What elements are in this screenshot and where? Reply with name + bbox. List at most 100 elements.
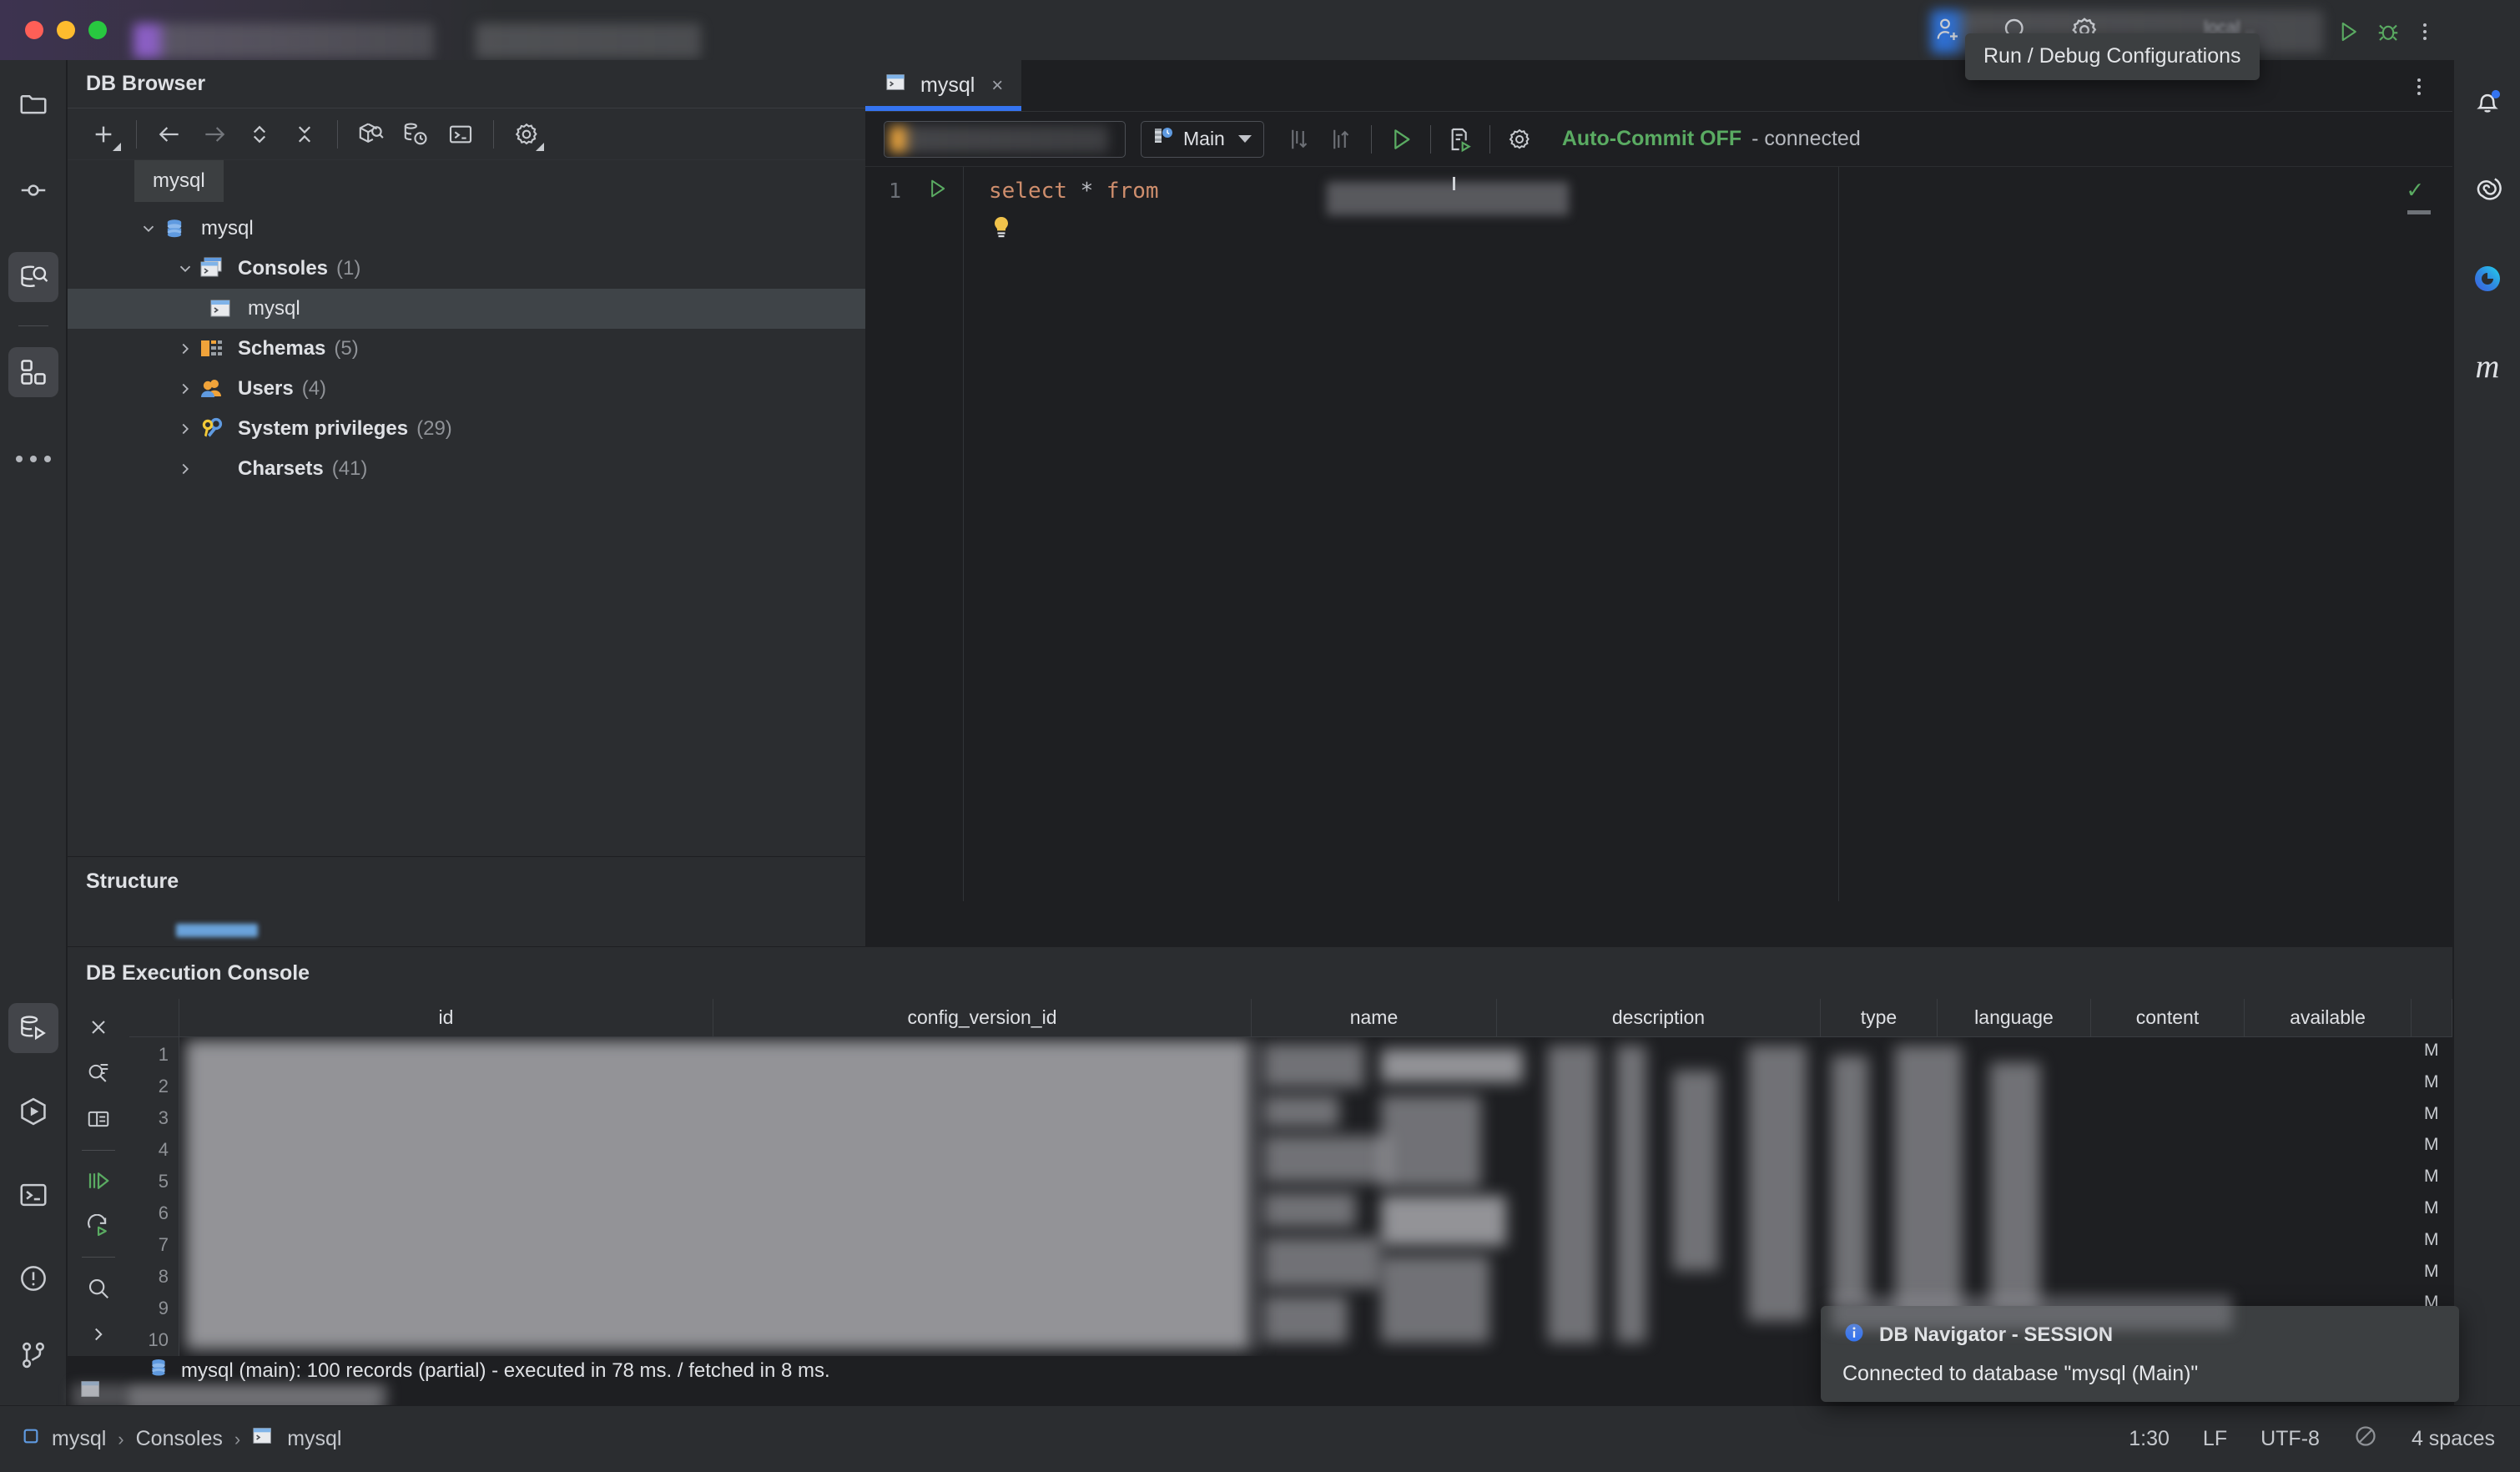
expand-all-button[interactable] [239,113,280,155]
search-results-button[interactable] [76,1266,121,1310]
project-name-chip[interactable] [134,23,434,58]
sidebar-item-version-control[interactable] [8,1330,58,1380]
scrollbar-marker[interactable] [2407,210,2431,214]
tree-item-charsets[interactable]: Charsets (41) [68,449,865,489]
db-history-button[interactable] [395,113,436,155]
tree-item-console-mysql[interactable]: mysql [68,289,865,329]
chevron-down-icon[interactable] [171,255,199,283]
ide-window: local .. Run / Debug Configurations m DB… [0,0,2520,1472]
rerun-button[interactable] [76,1204,121,1248]
find-in-results-button[interactable] [76,1051,121,1096]
traffic-minimize-icon[interactable] [57,21,75,39]
column-header-name[interactable]: name [1252,999,1497,1036]
tree-item-mysql-root[interactable]: mysql [68,209,865,249]
traffic-close-icon[interactable] [25,21,43,39]
tree-item-count: (5) [334,337,359,360]
breadcrumb-item-console-mysql[interactable]: mysql [287,1427,341,1451]
sidebar-item-db-execution-console[interactable] [8,1003,58,1053]
tree-item-users[interactable]: Users (4) [68,369,865,409]
sidebar-item-commit[interactable] [8,165,58,215]
sidebar-item-db-browser[interactable] [8,252,58,302]
execute-script-button[interactable] [1439,118,1481,160]
column-header-description[interactable]: description [1497,999,1821,1036]
assistant-icon[interactable] [2462,254,2512,304]
editor-area: mysql × Main Auto-Commit OFF - connected… [865,60,2452,946]
cell-value: M [2424,1167,2439,1187]
line-separator[interactable]: LF [2203,1427,2227,1451]
status-bar: mysql › Consoles › mysql 1:30 LF UTF-8 4… [0,1405,2520,1472]
more-actions-icon[interactable] [2410,17,2440,47]
file-encoding[interactable]: UTF-8 [2260,1427,2320,1451]
console-settings-button[interactable] [1499,118,1540,160]
chevron-right-icon[interactable] [171,455,199,483]
close-icon[interactable]: × [991,74,1003,98]
navigate-forward-button[interactable] [194,113,235,155]
chevron-down-icon[interactable] [1237,135,1252,143]
tree-item-count: (1) [336,257,361,280]
sidebar-item-plugins[interactable] [8,347,58,397]
caret-position[interactable]: 1:30 [2129,1427,2170,1451]
console-group-icon [199,256,228,281]
chevron-right-icon[interactable] [171,375,199,403]
cell-value: M [2424,1135,2439,1155]
sidebar-item-terminal[interactable] [8,1170,58,1220]
meta-icon[interactable]: m [2462,340,2512,391]
view-as-table-button[interactable] [76,1097,121,1142]
sidebar-item-more[interactable] [8,434,58,484]
intention-bulb-icon[interactable] [990,215,1012,248]
sidebar-item-problems[interactable] [8,1253,58,1303]
row-number: 10 [148,1329,169,1350]
expand-results-button[interactable] [76,1312,121,1356]
commit-button[interactable] [1279,118,1321,160]
column-header-type[interactable]: type [1821,999,1938,1036]
column-header-language[interactable]: language [1938,999,2091,1036]
tree-item-consoles[interactable]: Consoles (1) [68,249,865,289]
window-controls[interactable] [25,21,107,39]
breadcrumb-item-consoles[interactable]: Consoles [136,1427,223,1451]
open-console-button[interactable] [440,113,481,155]
chevron-right-icon[interactable] [171,335,199,363]
indent-setting[interactable]: 4 spaces [2412,1427,2495,1451]
object-lookup-button[interactable] [350,113,391,155]
run-button[interactable] [2333,17,2363,47]
rollback-button[interactable] [1321,118,1363,160]
column-header-id[interactable]: id [179,999,713,1036]
add-user-icon[interactable] [1933,15,1963,45]
run-statement-gutter-icon[interactable] [925,177,949,206]
branch-chip[interactable] [476,23,701,58]
execute-statement-button[interactable] [1380,118,1422,160]
sidebar-item-project[interactable] [8,78,58,129]
more-dots-icon [16,456,51,462]
column-header-available[interactable]: available [2245,999,2412,1036]
column-header-extra[interactable] [2412,999,2452,1036]
schema-selector[interactable]: Main [1141,120,1264,158]
editor-options-icon[interactable] [2404,72,2434,102]
connection-selector[interactable] [884,120,1126,158]
column-header-content[interactable]: content [2091,999,2245,1036]
notifications-bell-icon[interactable] [2462,77,2512,127]
database-icon [148,1357,169,1384]
inspections-ok-icon[interactable]: ✓ [2407,175,2422,204]
auto-commit-status[interactable]: Auto-Commit OFF [1562,127,1741,151]
add-connection-button[interactable] [83,113,124,155]
traffic-zoom-icon[interactable] [88,21,107,39]
tree-item-schemas[interactable]: Schemas (5) [68,329,865,369]
inspections-off-icon[interactable] [2353,1424,2378,1454]
debug-button[interactable] [2373,17,2403,47]
code-editor[interactable]: 1 select * from ✓ [865,167,2452,901]
close-results-button[interactable] [76,1006,121,1050]
chevron-right-icon[interactable] [171,415,199,443]
navigate-back-button[interactable] [149,113,190,155]
editor-tab-mysql[interactable]: mysql × [865,60,1022,111]
db-browser-settings-button[interactable] [506,113,547,155]
spiral-icon[interactable] [2462,164,2512,214]
chevron-down-icon[interactable] [134,214,163,243]
collapse-all-button[interactable] [284,113,325,155]
tree-item-system-privileges[interactable]: System privileges (29) [68,409,865,449]
sidebar-item-run[interactable] [8,1086,58,1137]
row-number: 5 [158,1171,169,1192]
column-header-config-version-id[interactable]: config_version_id [713,999,1252,1036]
pause-resume-button[interactable] [76,1159,121,1203]
connection-tab-mysql[interactable]: mysql [134,160,224,202]
breadcrumb-item-mysql[interactable]: mysql [52,1427,106,1451]
